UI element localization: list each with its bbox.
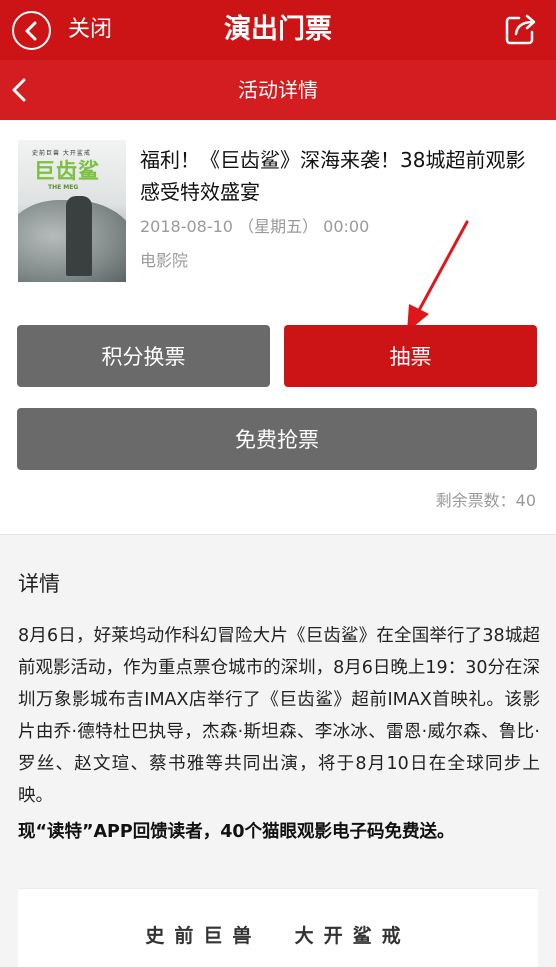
- sub-header-bar: 活动详情: [0, 60, 556, 120]
- event-venue: 电影院: [140, 251, 189, 270]
- remaining-tickets: 剩余票数：40: [436, 490, 536, 512]
- details-body: 8月6日，好莱坞动作科幻冒险大片《巨齿鲨》在全国举行了38城超前观影活动，作为重…: [18, 626, 540, 806]
- sub-header-title: 活动详情: [238, 78, 318, 102]
- event-title: 福利！《巨齿鲨》深海来袭！38城超前观影感受特效盛宴: [140, 148, 526, 204]
- details-promo: 现“读特”APP回馈读者，40个猫眼观影电子码免费送。: [18, 822, 455, 842]
- remaining-label: 剩余票数：: [435, 491, 516, 510]
- poster-tagline: 史前巨兽 大开鲨戒: [32, 150, 91, 157]
- app-title: 演出门票: [224, 14, 332, 45]
- details-heading: 详情: [18, 572, 60, 596]
- poster-figure-graphic: [66, 196, 92, 276]
- top-bar: 关闭 演出门票: [0, 0, 556, 60]
- poster-subtitle: THE MEG: [48, 184, 79, 191]
- remaining-count: 40: [515, 491, 536, 510]
- draw-ticket-button[interactable]: 抽票: [284, 325, 537, 387]
- free-grab-button[interactable]: 免费抢票: [17, 408, 537, 470]
- points-exchange-button[interactable]: 积分换票: [17, 325, 270, 387]
- annotation-arrow-icon: [407, 220, 469, 332]
- details-image: 史前巨兽 大开鲨戒: [18, 888, 538, 967]
- event-date: 2018-08-10 （星期五） 00:00: [140, 217, 370, 236]
- details-image-caption: 史前巨兽 大开鲨戒: [145, 925, 411, 947]
- poster-logo: 巨齿鲨: [34, 159, 100, 183]
- event-card: 史前巨兽 大开鲨戒 巨齿鲨 THE MEG 福利！《巨齿鲨》深海来袭！38城超前…: [0, 120, 556, 535]
- share-icon[interactable]: [504, 12, 538, 46]
- event-poster[interactable]: 史前巨兽 大开鲨戒 巨齿鲨 THE MEG: [18, 140, 126, 282]
